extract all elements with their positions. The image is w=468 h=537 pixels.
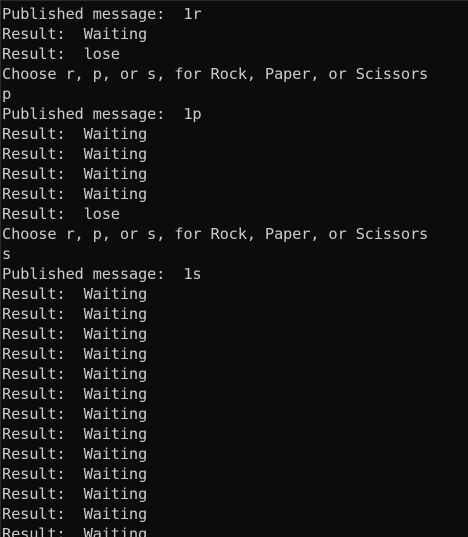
console-output: Published message: 1r Result: Waiting Re… xyxy=(2,4,428,537)
console-line: Result: Waiting xyxy=(2,405,148,423)
console-line: Result: Waiting xyxy=(2,285,148,303)
console-line: p xyxy=(2,85,12,103)
console-line: Result: Waiting xyxy=(2,465,148,483)
console-line: Result: Waiting xyxy=(2,385,148,403)
console-line: Result: Waiting xyxy=(2,125,148,143)
console-line: Result: lose xyxy=(2,45,120,63)
console-line: s xyxy=(2,245,12,263)
console-line: Choose r, p, or s, for Rock, Paper, or S… xyxy=(2,65,429,83)
console-line: Result: Waiting xyxy=(2,25,148,43)
console-line: Result: Waiting xyxy=(2,365,148,383)
console-line: Choose r, p, or s, for Rock, Paper, or S… xyxy=(2,225,429,243)
console-line: Published message: 1p xyxy=(2,105,202,123)
console-line: Result: Waiting xyxy=(2,305,148,323)
console-line: Result: lose xyxy=(2,205,120,223)
console-line: Result: Waiting xyxy=(2,525,148,537)
console-line: Result: Waiting xyxy=(2,345,148,363)
console-line: Result: Waiting xyxy=(2,185,148,203)
console-line: Result: Waiting xyxy=(2,505,148,523)
console-line: Published message: 1s xyxy=(2,265,202,283)
console-line: Result: Waiting xyxy=(2,445,148,463)
console-window[interactable]: Published message: 1r Result: Waiting Re… xyxy=(0,0,468,537)
console-line: Result: Waiting xyxy=(2,485,148,503)
console-line: Published message: 1r xyxy=(2,5,202,23)
console-line: Result: Waiting xyxy=(2,145,148,163)
console-line: Result: Waiting xyxy=(2,425,148,443)
console-line: Result: Waiting xyxy=(2,325,148,343)
console-line: Result: Waiting xyxy=(2,165,148,183)
